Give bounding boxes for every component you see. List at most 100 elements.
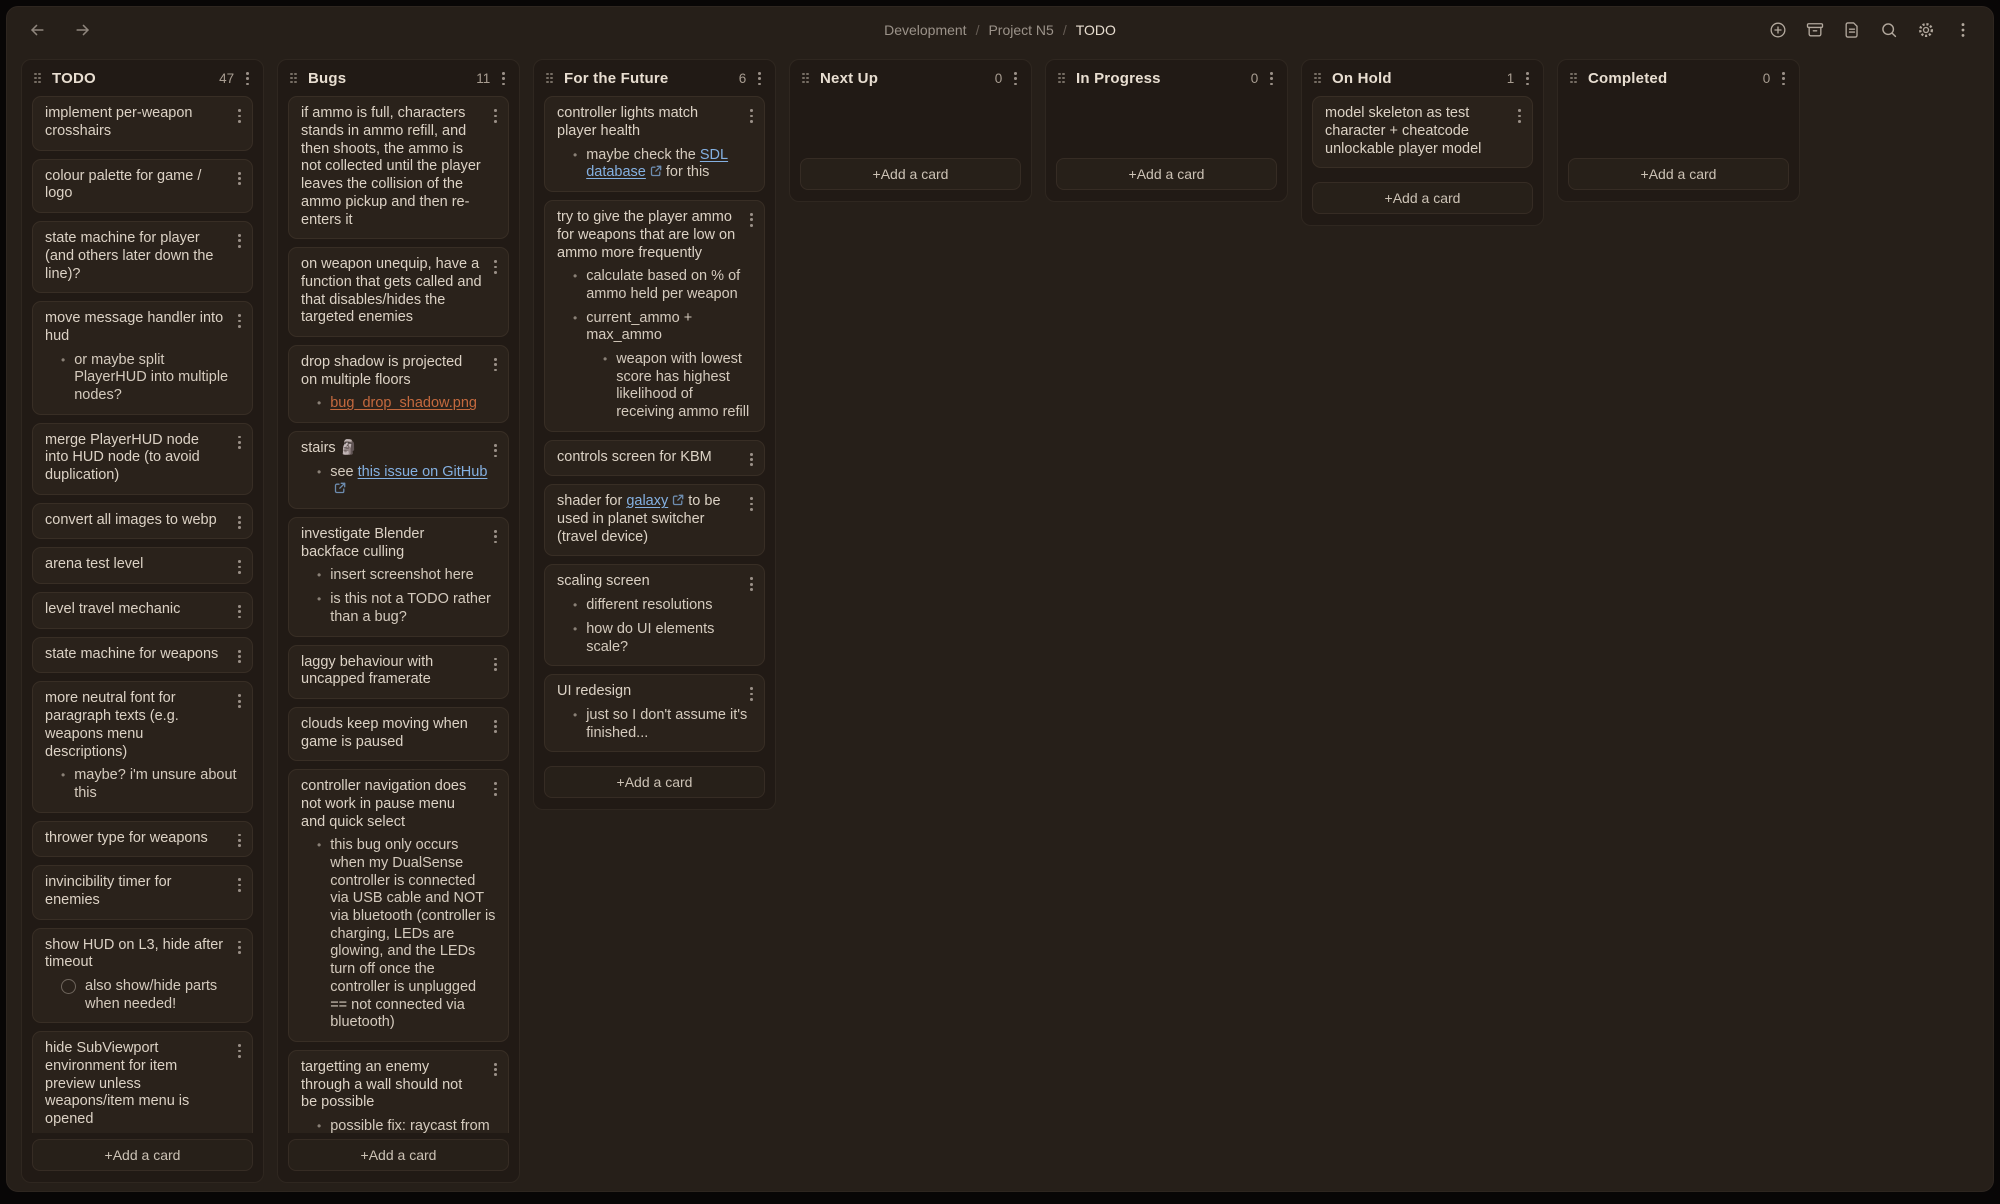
card-menu-icon[interactable] [492, 442, 499, 459]
add-card-button[interactable]: +Add a card [1568, 158, 1789, 190]
card-menu-icon[interactable] [492, 356, 499, 373]
add-new-icon[interactable] [1766, 18, 1790, 42]
card[interactable]: scaling screen•different resolutions•how… [544, 564, 765, 666]
card[interactable]: model skeleton as test character + cheat… [1312, 96, 1533, 168]
card-menu-icon[interactable] [236, 832, 243, 849]
column-menu-icon[interactable] [1524, 70, 1531, 87]
card-menu-icon[interactable] [492, 1061, 499, 1078]
card[interactable]: controller lights match player health•ma… [544, 96, 765, 192]
card[interactable]: if ammo is full, characters stands in am… [288, 96, 509, 239]
card-menu-icon[interactable] [236, 434, 243, 451]
card-menu-icon[interactable] [492, 780, 499, 797]
card-menu-icon[interactable] [236, 648, 243, 665]
card[interactable]: merge PlayerHUD node into HUD node (to a… [32, 423, 253, 495]
add-card-button[interactable]: +Add a card [1056, 158, 1277, 190]
drag-handle-icon[interactable] [1058, 73, 1066, 85]
add-card-button[interactable]: +Add a card [32, 1139, 253, 1171]
card[interactable]: investigate Blender backface culling•ins… [288, 517, 509, 636]
card[interactable]: more neutral font for paragraph texts (e… [32, 681, 253, 812]
card[interactable]: clouds keep moving when game is paused [288, 707, 509, 761]
drag-handle-icon[interactable] [34, 73, 42, 85]
column-menu-icon[interactable] [500, 70, 507, 87]
card-menu-icon[interactable] [236, 1042, 243, 1059]
card[interactable]: convert all images to webp [32, 503, 253, 540]
add-card-button[interactable]: +Add a card [1312, 182, 1533, 214]
card[interactable]: arena test level [32, 547, 253, 584]
drag-handle-icon[interactable] [802, 73, 810, 85]
card-menu-icon[interactable] [1516, 107, 1523, 124]
card-menu-icon[interactable] [492, 656, 499, 673]
card[interactable]: try to give the player ammo for weapons … [544, 200, 765, 432]
add-card-button[interactable]: +Add a card [544, 766, 765, 798]
column-title[interactable]: Next Up [820, 70, 878, 87]
card-menu-icon[interactable] [236, 876, 243, 893]
column-menu-icon[interactable] [1268, 70, 1275, 87]
card[interactable]: thrower type for weapons [32, 821, 253, 858]
column-title[interactable]: Completed [1588, 70, 1667, 87]
add-card-button[interactable]: +Add a card [800, 158, 1021, 190]
column-menu-icon[interactable] [1012, 70, 1019, 87]
card-menu-icon[interactable] [748, 211, 755, 228]
column-title[interactable]: TODO [52, 70, 96, 87]
card-link[interactable]: bug_drop_shadow.png [330, 395, 477, 411]
column-menu-icon[interactable] [1780, 70, 1787, 87]
card[interactable]: state machine for weapons [32, 637, 253, 674]
drag-handle-icon[interactable] [1570, 73, 1578, 85]
card[interactable]: move message handler into hud•or maybe s… [32, 301, 253, 414]
card-menu-icon[interactable] [236, 107, 243, 124]
column-menu-icon[interactable] [756, 70, 763, 87]
card-menu-icon[interactable] [492, 528, 499, 545]
card-menu-icon[interactable] [492, 107, 499, 124]
card-menu-icon[interactable] [236, 692, 243, 709]
more-menu-icon[interactable] [1951, 18, 1975, 42]
card-menu-icon[interactable] [236, 514, 243, 531]
breadcrumb-workspace[interactable]: Development [884, 22, 967, 38]
drag-handle-icon[interactable] [1314, 73, 1322, 85]
card-menu-icon[interactable] [748, 685, 755, 702]
card[interactable]: controls screen for KBM [544, 440, 765, 477]
drag-handle-icon[interactable] [546, 73, 554, 85]
card[interactable]: implement per-weapon crosshairs [32, 96, 253, 150]
card[interactable]: targetting an enemy through a wall shoul… [288, 1050, 509, 1133]
card-menu-icon[interactable] [236, 312, 243, 329]
card[interactable]: level travel mechanic [32, 592, 253, 629]
card-menu-icon[interactable] [236, 603, 243, 620]
checkbox-circle-icon[interactable] [61, 979, 76, 994]
card[interactable]: invincibility timer for enemies [32, 865, 253, 919]
card-link[interactable]: galaxy [626, 493, 684, 509]
card[interactable]: show HUD on L3, hide after timeoutalso s… [32, 928, 253, 1024]
card-menu-icon[interactable] [748, 575, 755, 592]
card[interactable]: UI redesign•just so I don't assume it's … [544, 674, 765, 752]
back-icon[interactable] [25, 18, 49, 42]
card-menu-icon[interactable] [236, 170, 243, 187]
card[interactable]: hide SubViewport environment for item pr… [32, 1031, 253, 1133]
settings-gear-icon[interactable] [1914, 18, 1938, 42]
card[interactable]: colour palette for game / logo [32, 159, 253, 213]
card[interactable]: drop shadow is projected on multiple flo… [288, 345, 509, 423]
card-menu-icon[interactable] [236, 939, 243, 956]
document-icon[interactable] [1840, 18, 1864, 42]
card-menu-icon[interactable] [492, 718, 499, 735]
archive-icon[interactable] [1803, 18, 1827, 42]
column-menu-icon[interactable] [244, 70, 251, 87]
card[interactable]: stairs 🗿•see this issue on GitHub [288, 431, 509, 509]
column-title[interactable]: Bugs [308, 70, 346, 87]
card-menu-icon[interactable] [748, 451, 755, 468]
card-menu-icon[interactable] [748, 495, 755, 512]
card-menu-icon[interactable] [748, 107, 755, 124]
column-title[interactable]: On Hold [1332, 70, 1392, 87]
forward-icon[interactable] [71, 18, 95, 42]
card-menu-icon[interactable] [236, 558, 243, 575]
column-title[interactable]: In Progress [1076, 70, 1161, 87]
breadcrumb-project[interactable]: Project N5 [988, 22, 1053, 38]
search-icon[interactable] [1877, 18, 1901, 42]
card[interactable]: state machine for player (and others lat… [32, 221, 253, 293]
card-menu-icon[interactable] [236, 232, 243, 249]
drag-handle-icon[interactable] [290, 73, 298, 85]
add-card-button[interactable]: +Add a card [288, 1139, 509, 1171]
card[interactable]: shader for galaxy to be used in planet s… [544, 484, 765, 556]
card-menu-icon[interactable] [492, 258, 499, 275]
card[interactable]: on weapon unequip, have a function that … [288, 247, 509, 337]
card[interactable]: controller navigation does not work in p… [288, 769, 509, 1042]
column-title[interactable]: For the Future [564, 70, 668, 87]
